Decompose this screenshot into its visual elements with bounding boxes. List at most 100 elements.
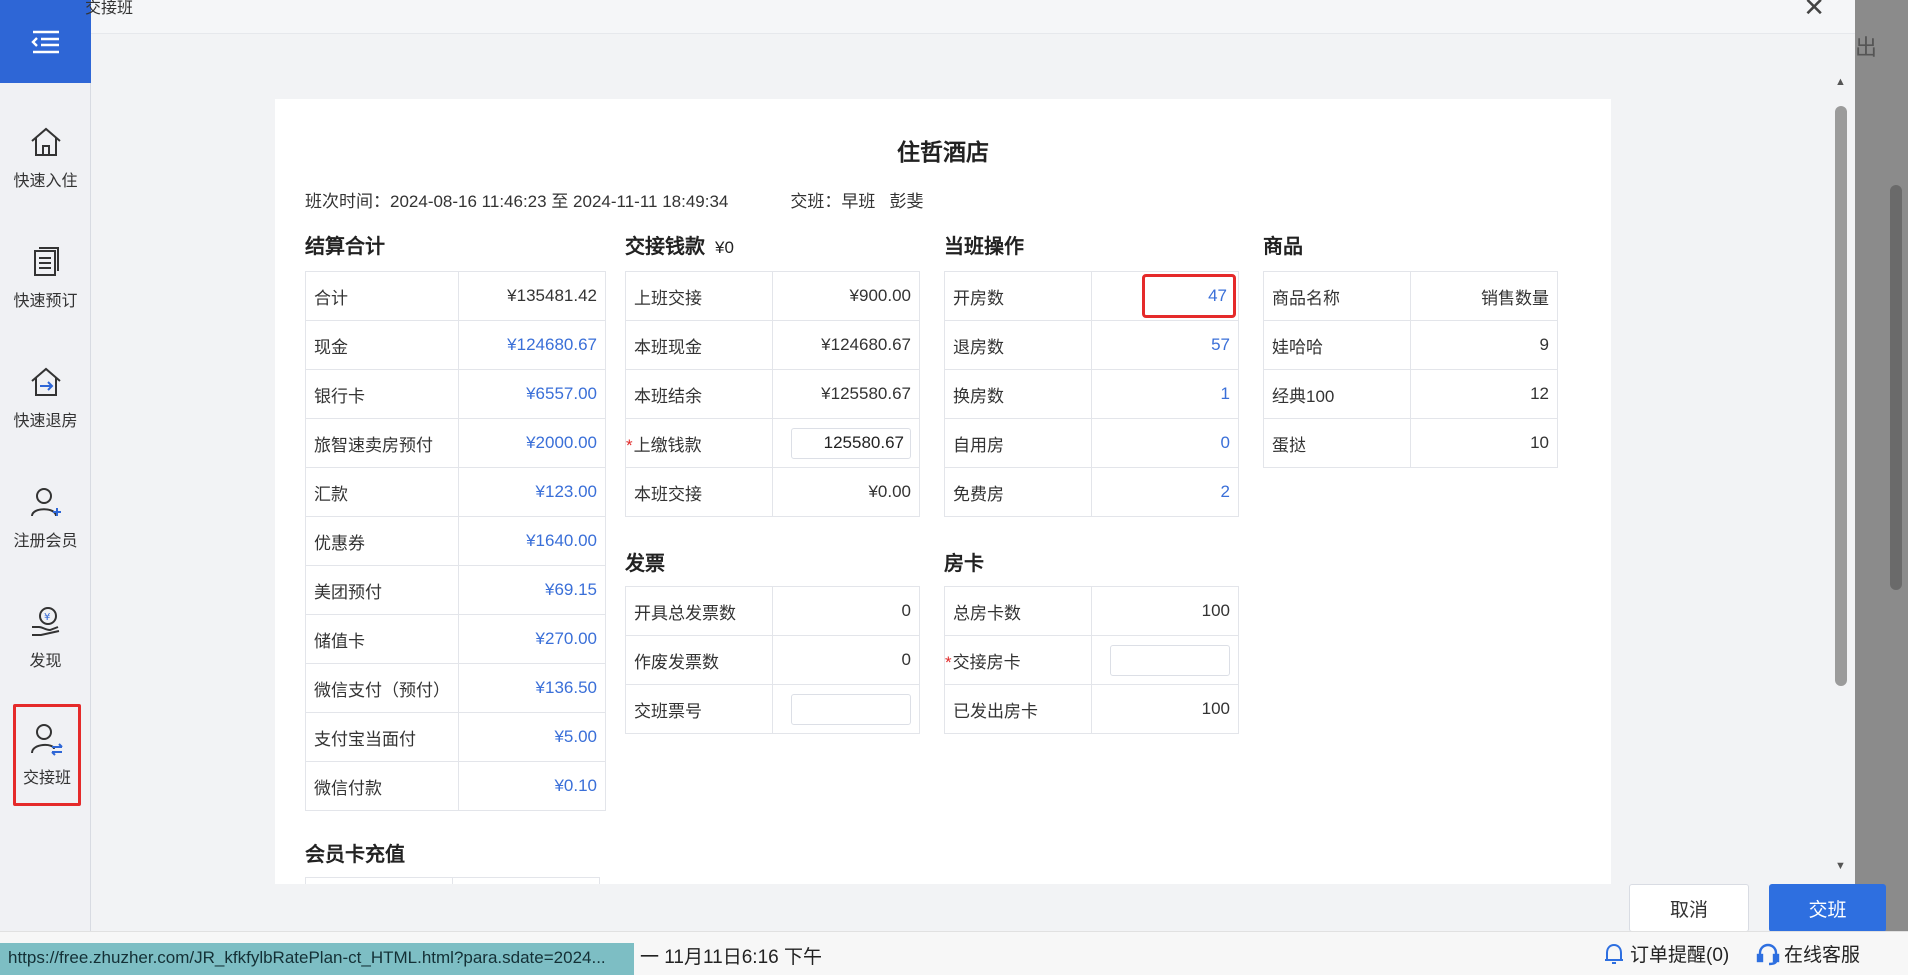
table-row: 优惠券 ¥1640.00 (305, 516, 606, 566)
column-header: 销售数量 (1410, 271, 1558, 321)
row-value-link[interactable]: ¥1640.00 (458, 516, 606, 566)
row-key: 微信支付（预付） (305, 663, 459, 713)
scrollbar-thumb[interactable] (1835, 106, 1847, 686)
shift-handover-modal: 交接班 ✕ ▲ ▼ 住哲酒店 班次时间：2024-08-16 11:46:23 … (85, 0, 1886, 975)
handover-shift: 早班 (841, 192, 876, 211)
table-row: 娃哈哈 9 (1263, 320, 1558, 370)
background-scrollbar[interactable] (1890, 185, 1902, 590)
submit-amount-input[interactable]: 125580.67 (791, 427, 911, 459)
row-key: 作废发票数 (625, 635, 773, 685)
modal-title: 交接班 (85, 0, 134, 17)
row-key: 蛋挞 (1263, 418, 1411, 468)
house-exit-icon (30, 367, 61, 396)
member-recharge-table (305, 877, 600, 884)
table-row: 本班交接 ¥0.00 (625, 467, 920, 517)
open-rooms-link-highlighted[interactable]: 47 (1142, 274, 1236, 318)
row-value: ¥0.00 (772, 467, 920, 517)
row-value-link[interactable]: 0 (1091, 418, 1239, 468)
sidebar-item-quick-checkout[interactable]: 快速退房 (0, 343, 91, 453)
row-value-link[interactable]: 57 (1091, 320, 1239, 370)
row-value-link[interactable]: ¥2000.00 (458, 418, 606, 468)
required-mark: * (945, 652, 952, 672)
handover-report: 住哲酒店 班次时间：2024-08-16 11:46:23 至 2024-11-… (275, 99, 1611, 884)
bell-icon (1605, 943, 1623, 964)
svg-text:¥: ¥ (44, 612, 50, 623)
date-display: 一 11月11日6:16 下午 (640, 947, 822, 968)
sidebar-item-register-member[interactable]: 注册会员 (0, 463, 91, 573)
handover-ticket-number-input[interactable] (791, 693, 911, 725)
row-key: 本班结余 (625, 369, 773, 419)
sidebar-item-label: 快速预订 (13, 293, 78, 310)
row-key (305, 877, 453, 884)
order-remind-label: 订单提醒(0) (1630, 945, 1730, 966)
room-card-table: 总房卡数 100 *交接房卡 已发出房卡 100 (944, 586, 1239, 734)
order-remind-button[interactable]: 订单提醒(0) (1602, 940, 1729, 967)
background-logout-text: 出 (1855, 35, 1878, 60)
sidebar-item-discover[interactable]: ¥ 发现 (0, 583, 91, 693)
shift-time-label: 班次时间： (305, 192, 390, 211)
sidebar-item-label: 快速入住 (13, 173, 78, 190)
row-key: 储值卡 (305, 614, 459, 664)
row-value: 12 (1410, 369, 1558, 419)
house-icon (30, 127, 61, 156)
shift-ops-title: 当班操作 (944, 236, 1024, 258)
row-value-link[interactable]: ¥5.00 (458, 712, 606, 762)
sidebar-item-label: 注册会员 (13, 533, 78, 550)
row-value-link[interactable]: ¥6557.00 (458, 369, 606, 419)
row-value-link[interactable]: ¥124680.67 (458, 320, 606, 370)
online-service-button[interactable]: 在线客服 (1756, 940, 1860, 967)
row-key: 支付宝当面付 (305, 712, 459, 762)
sidebar-item-label: 发现 (29, 653, 62, 670)
menu-toggle-button[interactable] (0, 0, 91, 83)
shift-ops-table: 开房数 47 退房数 57 换房数 1 自用房 0 免费房 2 (944, 271, 1239, 517)
handover-room-card-input[interactable] (1110, 644, 1230, 676)
row-value-link[interactable]: 1 (1091, 369, 1239, 419)
row-value: 9 (1410, 320, 1558, 370)
handover-money-amount: ¥0 (715, 238, 734, 257)
row-key: 交班票号 (625, 684, 773, 734)
table-row: 蛋挞 10 (1263, 418, 1558, 468)
row-key: 旅智速卖房预付 (305, 418, 459, 468)
sidebar-item-quick-booking[interactable]: 快速预订 (0, 223, 91, 333)
row-key: 娃哈哈 (1263, 320, 1411, 370)
row-key: 汇款 (305, 467, 459, 517)
cancel-button[interactable]: 取消 (1629, 884, 1749, 932)
close-icon[interactable]: ✕ (1803, 0, 1825, 23)
sidebar-item-quick-checkin[interactable]: 快速入住 (0, 103, 91, 213)
sidebar-item-shift-handover[interactable]: 交接班 (12, 703, 82, 807)
row-value-link[interactable]: ¥123.00 (458, 467, 606, 517)
modal-body: ▲ ▼ 住哲酒店 班次时间：2024-08-16 11:46:23 至 2024… (91, 34, 1855, 931)
row-value-link[interactable]: ¥270.00 (458, 614, 606, 664)
row-key: 优惠券 (305, 516, 459, 566)
scroll-down-icon[interactable]: ▼ (1835, 860, 1846, 872)
row-value: 0 (772, 586, 920, 636)
hotel-name: 住哲酒店 (897, 139, 989, 165)
online-service-label: 在线客服 (1784, 945, 1861, 966)
row-value: 0 (772, 635, 920, 685)
row-value: ¥135481.42 (458, 271, 606, 321)
row-key: 已发出房卡 (944, 684, 1092, 734)
row-key-text: 交接房卡 (952, 652, 1021, 672)
member-recharge-title: 会员卡充值 (305, 844, 405, 866)
row-key-required: *交接房卡 (944, 635, 1092, 685)
row-value-link[interactable]: 2 (1091, 467, 1239, 517)
settlement-title: 结算合计 (305, 236, 385, 258)
scroll-up-icon[interactable]: ▲ (1835, 76, 1846, 88)
invoice-table: 开具总发票数 0 作废发票数 0 交班票号 (625, 586, 920, 734)
table-row: 本班现金 ¥124680.67 (625, 320, 920, 370)
table-row: *上缴钱款 125580.67 (625, 418, 920, 468)
row-value-link[interactable]: ¥0.10 (458, 761, 606, 811)
required-mark: * (626, 435, 633, 455)
row-key: 经典100 (1263, 369, 1411, 419)
row-value-link[interactable]: ¥136.50 (458, 663, 606, 713)
shift-info: 班次时间：2024-08-16 11:46:23 至 2024-11-11 18… (305, 187, 924, 212)
table-row (305, 877, 600, 884)
modal-scrollbar[interactable]: ▲ ▼ (1835, 76, 1847, 872)
sidebar-item-label: 快速退房 (13, 413, 78, 430)
sidebar-item-label: 交接班 (22, 770, 71, 787)
modal-header: 交接班 ✕ (85, 0, 1855, 34)
handover-submit-button[interactable]: 交班 (1769, 884, 1886, 932)
row-key: 开房数 (944, 271, 1092, 321)
table-row: 本班结余 ¥125580.67 (625, 369, 920, 419)
row-value-link[interactable]: ¥69.15 (458, 565, 606, 615)
